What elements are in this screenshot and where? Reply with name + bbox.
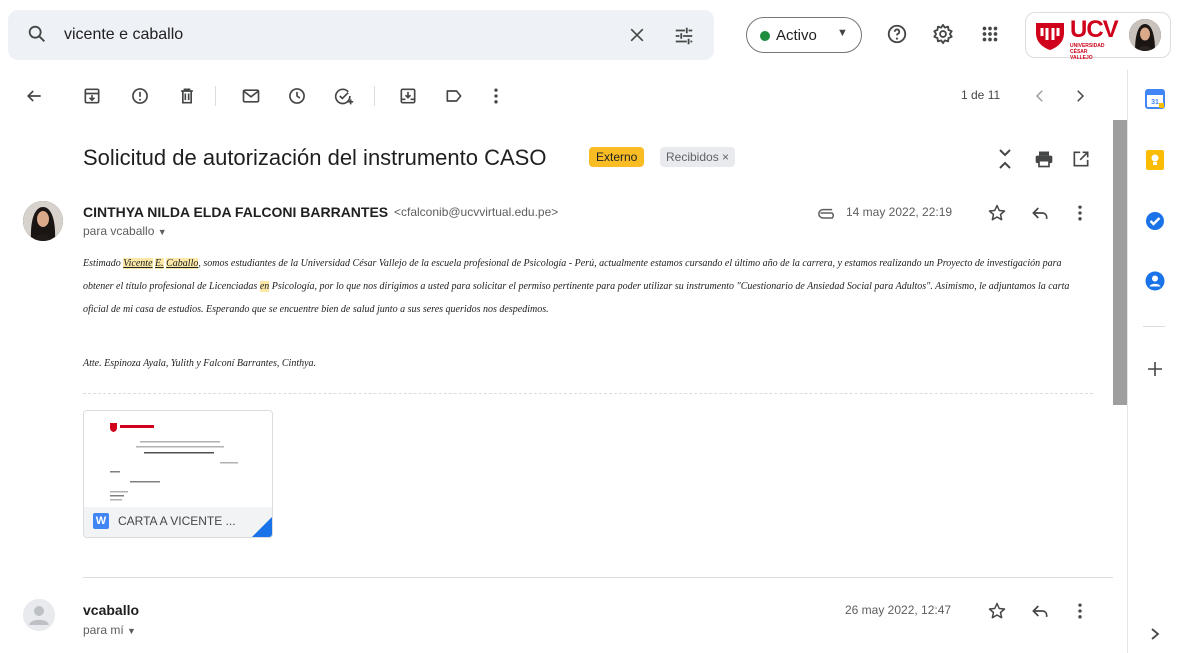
top-header: vicente e caballo Activo ▼ UCV UNIVERSID… <box>0 0 1179 70</box>
keep-icon[interactable] <box>1146 150 1164 175</box>
message-date: 14 may 2022, 22:19 <box>846 205 953 219</box>
archive-icon[interactable] <box>82 86 102 111</box>
message-counter: 1 de 11 <box>961 88 1001 102</box>
avatar[interactable] <box>23 599 55 631</box>
toolbar-divider <box>374 86 375 106</box>
svg-text:31: 31 <box>1151 99 1159 106</box>
scrollbar-thumb[interactable] <box>1113 120 1127 405</box>
org-logo-subtext: UNIVERSIDAD CÉSAR VALLEJO <box>1070 43 1105 61</box>
toolbar-divider <box>215 86 216 106</box>
label-recibidos[interactable]: Recibidos × <box>660 147 736 167</box>
tasks-icon[interactable] <box>1145 211 1165 236</box>
search-highlight: E. <box>155 258 164 269</box>
star-icon[interactable] <box>987 203 1007 228</box>
side-panel-rail: 31 <box>1127 70 1179 653</box>
status-dropdown[interactable]: Activo ▼ <box>746 17 862 53</box>
sender-name[interactable]: CINTHYA NILDA ELDA FALCONI BARRANTES <box>83 204 388 220</box>
open-new-window-icon[interactable] <box>1071 149 1091 174</box>
body-text: Estimado <box>83 258 124 269</box>
reply-icon[interactable] <box>1030 601 1050 626</box>
next-icon[interactable] <box>1071 86 1089 111</box>
settings-icon[interactable] <box>932 23 954 50</box>
search-bar[interactable]: vicente e caballo <box>8 10 714 60</box>
collapse-icon[interactable] <box>997 147 1013 176</box>
more-icon[interactable] <box>1070 203 1090 228</box>
delete-icon[interactable] <box>177 86 197 111</box>
label-externo: Externo <box>589 147 645 167</box>
expand-panel-icon[interactable] <box>1149 626 1161 647</box>
recipient-text: para vcaballo <box>83 224 155 238</box>
status-label: Activo <box>776 27 817 44</box>
more-icon[interactable] <box>486 86 506 111</box>
org-logo-text: UCV <box>1070 16 1119 43</box>
reply-icon[interactable] <box>1030 203 1050 228</box>
chevron-down-icon: ▼ <box>837 27 848 39</box>
add-icon[interactable] <box>1147 361 1163 382</box>
print-icon[interactable] <box>1034 149 1054 174</box>
sender-name[interactable]: vcaballo <box>83 602 139 618</box>
recipient-line[interactable]: para vcaballo ▼ <box>83 224 167 238</box>
attachment-corner <box>252 517 272 537</box>
attachment-footer: W CARTA A VICENTE ... <box>84 507 272 537</box>
search-highlight: Caballo <box>166 258 199 269</box>
search-highlight: Vicente <box>123 258 153 269</box>
apps-icon[interactable] <box>979 23 1001 50</box>
attachment-icon <box>818 206 838 224</box>
page-title: Solicitud de autorización del instrument… <box>83 145 547 170</box>
search-input[interactable]: vicente e caballo <box>64 26 183 44</box>
status-dot <box>760 31 770 41</box>
clear-icon[interactable] <box>627 25 647 50</box>
back-icon[interactable] <box>24 86 44 111</box>
move-to-icon[interactable] <box>398 86 418 111</box>
search-highlight: en <box>259 281 270 292</box>
ucv-shield-logo <box>1034 19 1066 56</box>
search-icon[interactable] <box>26 23 48 50</box>
help-icon[interactable] <box>886 23 908 50</box>
message-date: 26 may 2022, 12:47 <box>845 603 952 617</box>
recipient-text: para mí <box>83 623 124 637</box>
mark-unread-icon[interactable] <box>241 86 261 111</box>
attachment-name: CARTA A VICENTE ... <box>118 514 236 528</box>
chevron-down-icon[interactable]: ▼ <box>127 626 136 636</box>
message-body: Estimado Vicente E. Caballo, somos estud… <box>83 252 1083 321</box>
filter-icon[interactable] <box>673 25 695 52</box>
add-task-icon[interactable] <box>333 86 355 111</box>
recipient-line[interactable]: para mí ▼ <box>83 623 136 637</box>
attachments-divider <box>83 393 1093 394</box>
avatar[interactable] <box>23 201 63 241</box>
snooze-icon[interactable] <box>287 86 307 111</box>
report-spam-icon[interactable] <box>130 86 150 111</box>
star-icon[interactable] <box>987 601 1007 626</box>
message-toolbar: 1 de 11 <box>0 70 1113 120</box>
account-avatar[interactable] <box>1129 19 1161 51</box>
message-divider <box>83 577 1113 578</box>
more-icon[interactable] <box>1070 601 1090 626</box>
sender-email: <cfalconib@ucvvirtual.edu.pe> <box>394 205 559 219</box>
attachment-card[interactable]: W CARTA A VICENTE ... <box>83 410 273 538</box>
attachment-preview <box>84 411 272 507</box>
calendar-icon[interactable]: 31 <box>1145 89 1165 114</box>
chevron-down-icon[interactable]: ▼ <box>158 227 167 237</box>
label-icon[interactable] <box>444 86 464 111</box>
prev-icon[interactable] <box>1031 86 1049 111</box>
word-doc-icon: W <box>93 513 109 529</box>
rail-divider <box>1143 326 1165 327</box>
message-signoff: Atte. Espinoza Ayala, Yulith y Falconí B… <box>83 358 317 369</box>
contacts-icon[interactable] <box>1145 271 1165 296</box>
subject-row: Solicitud de autorización del instrument… <box>0 130 1113 186</box>
